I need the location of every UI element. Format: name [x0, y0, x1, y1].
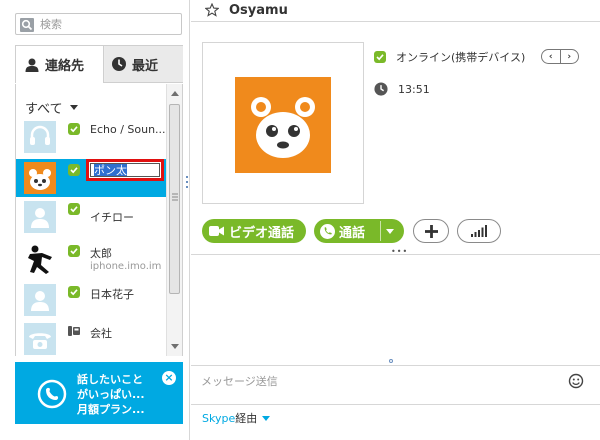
- dancer-icon: [24, 243, 56, 275]
- promo-banner[interactable]: 話したいこと がいっぱい... 月額プラン... ×: [15, 362, 183, 424]
- contact-tabs: 連絡先 最近: [15, 45, 183, 83]
- filter-label: すべて: [25, 102, 63, 117]
- call-label: 通話: [339, 225, 366, 241]
- profile-picture-frame: [202, 42, 364, 204]
- promo-line: がいっぱい...: [77, 388, 145, 401]
- contact-row[interactable]: 会社: [16, 320, 166, 356]
- time-text: 13:51: [398, 82, 430, 96]
- promo-text: 話したいこと がいっぱい... 月額プラン...: [77, 372, 145, 417]
- contact-row[interactable]: Echo / Soun...: [16, 118, 166, 156]
- contact-name: イチロー: [90, 211, 134, 224]
- online-status-icon: [68, 123, 80, 135]
- pane-splitter[interactable]: [186, 176, 189, 188]
- clock-icon: [374, 82, 388, 96]
- caret-down-icon: [262, 415, 271, 421]
- globe-phone-icon: [37, 379, 67, 409]
- via-label: 経由: [235, 412, 258, 425]
- video-call-button[interactable]: ビデオ通話: [202, 219, 306, 243]
- call-button[interactable]: 通話: [314, 219, 404, 243]
- promo-line: 月額プラン...: [77, 403, 145, 416]
- next-icon[interactable]: ›: [561, 50, 579, 63]
- grip-icon: [172, 193, 178, 201]
- scroll-up-icon[interactable]: [171, 91, 179, 96]
- headset-icon: [24, 121, 56, 153]
- conversation-pane: Osyamu オンライン(携帯デバイス) ‹ › 13:51 ビデオ通話 通話 …: [191, 0, 600, 440]
- emoticon-icon[interactable]: [568, 373, 584, 389]
- tab-recent-label: 最近: [132, 58, 159, 74]
- profile-nav[interactable]: ‹ ›: [541, 49, 579, 64]
- close-icon[interactable]: ×: [162, 371, 176, 385]
- video-camera-icon: [209, 226, 224, 236]
- scrollbar-thumb[interactable]: [169, 104, 180, 294]
- chat-separator: [191, 254, 600, 255]
- contact-list-scrollbar[interactable]: [166, 84, 182, 356]
- tab-recent[interactable]: 最近: [105, 46, 183, 82]
- phone-icon: [24, 323, 56, 355]
- star-icon[interactable]: [205, 3, 219, 17]
- contact-name: 太郎: [90, 247, 112, 260]
- plus-icon: [424, 224, 438, 238]
- person-icon: [25, 58, 39, 72]
- online-status-icon: [68, 203, 80, 215]
- message-input[interactable]: [201, 372, 551, 390]
- conversation-header: Osyamu: [191, 0, 600, 22]
- message-compose: [191, 365, 600, 405]
- rename-field-highlight: [86, 159, 164, 181]
- landline-status-icon: [68, 326, 80, 336]
- status-line: オンライン(携帯デバイス): [374, 49, 525, 65]
- search-input[interactable]: [40, 16, 178, 32]
- chevron-down-icon[interactable]: [386, 229, 394, 234]
- search-box[interactable]: [15, 13, 182, 35]
- contact-subtext: iphone.imo.im: [90, 261, 162, 272]
- call-divider: [380, 221, 381, 241]
- caret-down-icon: [69, 105, 78, 110]
- via-skype-label: Skype: [202, 411, 236, 425]
- person-icon: [24, 284, 56, 316]
- contact-title: Osyamu: [229, 3, 288, 18]
- video-call-label: ビデオ通話: [229, 225, 295, 241]
- contacts-pane: 連絡先 最近 すべて: [0, 0, 190, 440]
- local-time: 13:51: [374, 82, 430, 96]
- rename-input[interactable]: [90, 163, 160, 177]
- loading-dot: [389, 359, 393, 363]
- tab-contacts[interactable]: 連絡先: [16, 46, 104, 83]
- send-via-selector[interactable]: Skype 経由: [202, 410, 271, 426]
- contact-row[interactable]: 日本花子: [16, 281, 166, 319]
- online-status-icon: [68, 286, 80, 298]
- online-status-icon: [68, 164, 80, 176]
- contact-list: すべて Echo / Soun... ポン太 イチロー 太郎 iphone.im…: [15, 84, 183, 356]
- bear-icon: [235, 77, 331, 173]
- contact-row[interactable]: イチロー: [16, 198, 166, 236]
- promo-line: 話したいこと: [77, 373, 143, 386]
- search-icon: [20, 18, 34, 32]
- tab-contacts-label: 連絡先: [45, 59, 85, 74]
- online-status-icon: [68, 245, 80, 257]
- phone-icon: [320, 223, 335, 239]
- contact-name: Echo / Soun...: [90, 123, 166, 136]
- contact-row-selected[interactable]: [16, 159, 166, 197]
- filter-dropdown[interactable]: すべて: [25, 98, 78, 117]
- prev-icon[interactable]: ‹: [542, 50, 561, 63]
- call-quality-button[interactable]: [457, 219, 501, 243]
- contact-row[interactable]: 太郎 iphone.imo.im: [16, 240, 166, 278]
- bear-icon: [24, 162, 56, 194]
- contact-name: 会社: [90, 327, 112, 340]
- status-text: オンライン(携帯デバイス): [396, 51, 526, 64]
- person-icon: [24, 201, 56, 233]
- signal-bars-icon: [471, 225, 487, 237]
- clock-icon: [112, 57, 126, 71]
- online-status-icon: [374, 51, 386, 63]
- scroll-down-icon[interactable]: [171, 344, 179, 349]
- add-button[interactable]: [413, 219, 449, 243]
- contact-name: 日本花子: [90, 288, 134, 301]
